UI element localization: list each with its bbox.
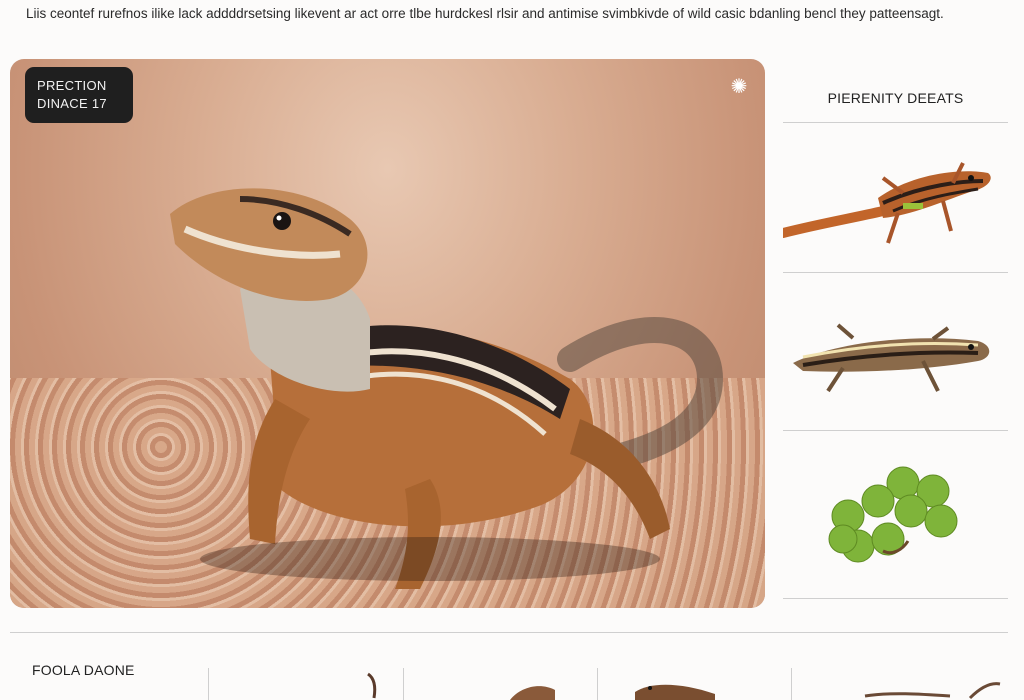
gecko-thumbnail[interactable] [783,273,1008,423]
sidebar-title: PIERENITY DEEATS [827,90,964,106]
food-thumbnail-4[interactable] [860,672,1010,700]
strip-divider [208,668,209,700]
hero-image[interactable]: PRECTION DINACE 17 ✺ [10,59,765,608]
green-grapes-thumbnail[interactable] [783,431,1008,581]
strip-divider [597,668,598,700]
food-thumbnail-3[interactable] [630,672,720,700]
sidebar-divider [783,598,1008,599]
intro-paragraph: Liis ceontef rurefnos ilike lack addddrs… [26,6,944,21]
sparkle-expand-icon[interactable]: ✺ [727,75,751,99]
badge-line-2: DINACE 17 [37,96,107,111]
food-thumbnail-1[interactable] [360,672,390,700]
lizard-illustration [170,188,724,589]
strip-divider [791,668,792,700]
food-section-title: FOOLA DAONE [32,662,135,678]
striped-lizard-thumbnail[interactable] [783,123,1008,273]
badge-line-1: PRECTION [37,78,107,93]
prediction-badge: PRECTION DINACE 17 [25,67,133,123]
strip-divider [403,668,404,700]
food-thumbnail-2[interactable] [505,672,565,700]
section-divider [10,632,1008,633]
